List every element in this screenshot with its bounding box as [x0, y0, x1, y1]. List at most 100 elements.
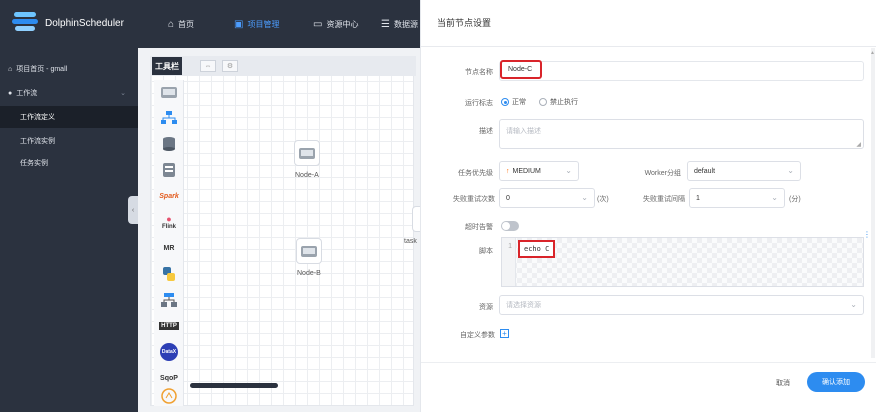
sidebar: ⌂ 项目首页 - gmall ● 工作流 ⌄ 工作流定义 工作流实例 任务实例: [0, 48, 138, 412]
sidebar-collapse-button[interactable]: ‹: [128, 196, 138, 224]
http-label: HTTP: [159, 322, 179, 330]
app-name: DolphinScheduler: [45, 17, 124, 29]
folder-icon: ▭: [313, 18, 323, 30]
description-textarea[interactable]: 请输入描述 ◢: [499, 119, 864, 149]
arrow-up-icon: ↑: [506, 167, 510, 175]
dag-node-task-partial[interactable]: [412, 206, 420, 232]
python-task-icon[interactable]: [158, 264, 180, 284]
resource-label: 资源: [479, 304, 493, 311]
shell-task-icon[interactable]: [158, 82, 180, 102]
run-flag-label: 运行标志: [465, 100, 493, 107]
retry-times-label: 失败重试次数: [453, 196, 495, 203]
app-logo[interactable]: DolphinScheduler: [12, 10, 124, 36]
settings-button[interactable]: ⚙: [222, 60, 238, 72]
node-name-label: 节点名称: [465, 69, 493, 76]
run-normal-label: 正常: [512, 99, 526, 106]
sidebar-item-label: 任务实例: [20, 160, 48, 167]
circle-icon: ●: [8, 89, 13, 97]
run-flag-forbid-radio[interactable]: 禁止执行: [539, 97, 578, 107]
gear-icon: ⚙: [226, 63, 234, 70]
scroll-up-icon: ▲: [870, 50, 875, 56]
retry-interval-value: 1: [696, 194, 700, 202]
sidebar-item-label: 工作流定义: [20, 114, 55, 121]
radio-unselected-icon: [539, 98, 547, 106]
conditions-task-icon[interactable]: [158, 386, 180, 406]
spark-task-icon[interactable]: Spark: [158, 186, 180, 206]
add-param-plus-icon[interactable]: +: [500, 329, 509, 338]
sql-task-icon[interactable]: [158, 160, 180, 180]
dag-node-task-label: task: [404, 238, 417, 245]
sidebar-item-project-home[interactable]: ⌂ 项目首页 - gmall: [0, 58, 138, 80]
retry-times-select[interactable]: 0 ⌄: [499, 188, 595, 208]
flink-task-icon[interactable]: ● Flink: [158, 212, 180, 232]
priority-select[interactable]: ↑ MEDIUM ⌄: [499, 161, 579, 181]
run-flag-normal-radio[interactable]: 正常: [501, 97, 526, 107]
drag-handle-icon[interactable]: ⋮: [863, 230, 871, 239]
task-palette: Spark ● Flink MR HTTP DataX SqoP: [154, 80, 184, 406]
confirm-add-button[interactable]: 确认添加: [807, 372, 865, 392]
worker-group-value: default: [694, 167, 716, 175]
sidebar-group-workflow[interactable]: ● 工作流 ⌄: [0, 82, 138, 104]
script-editor[interactable]: 1 echo C: [501, 237, 864, 287]
retry-interval-unit: (分): [789, 196, 801, 203]
dependent-task-icon[interactable]: [158, 290, 180, 310]
sidebar-item-label: 工作流实例: [20, 138, 55, 145]
sub-process-task-icon[interactable]: [158, 108, 180, 128]
shell-node-icon: [299, 148, 315, 159]
resource-select[interactable]: 请选择资源 ⌄: [499, 295, 864, 315]
sidebar-item-task-instance[interactable]: 任务实例: [0, 152, 138, 174]
description-placeholder: 请输入描述: [506, 128, 541, 135]
sqoop-task-icon[interactable]: SqoP: [158, 368, 180, 388]
node-name-field-bg: [499, 61, 864, 81]
chevron-down-icon: ⌄: [771, 193, 778, 202]
nav-resource[interactable]: ▭ 资源中心: [313, 0, 358, 48]
chevron-down-icon: ⌄: [565, 166, 572, 175]
mr-task-icon[interactable]: MR: [158, 238, 180, 258]
canvas-toolbar: 工具栏 ⇔ ⚙: [150, 56, 416, 76]
dag-node-a[interactable]: [294, 140, 320, 166]
nav-home[interactable]: ⌂ 首页: [168, 0, 194, 48]
custom-params-label: 自定义参数: [460, 332, 495, 339]
dag-node-b[interactable]: [296, 238, 322, 264]
panel-scrollbar[interactable]: ▲: [870, 48, 875, 358]
node-name-input[interactable]: Node-C: [500, 60, 542, 79]
chevron-left-icon: ‹: [131, 206, 135, 214]
fullscreen-button[interactable]: ⇔: [200, 60, 216, 72]
editor-line-number: 1: [502, 238, 516, 286]
chevron-down-icon: ⌄: [850, 300, 857, 309]
timeout-alarm-label: 超时告警: [465, 224, 493, 231]
node-settings-panel: 当前节点设置 ▲ 节点名称 Node-C 运行标志 正常 禁止执行 描述 请输入…: [420, 0, 876, 412]
priority-value: MEDIUM: [512, 167, 541, 175]
timeout-alarm-toggle[interactable]: [501, 221, 519, 231]
dag-canvas[interactable]: [150, 56, 414, 406]
chevron-down-icon: ⌄: [787, 166, 794, 175]
sidebar-project-label: 项目首页 - gmall: [16, 66, 68, 73]
chevron-down-icon: ⌄: [120, 90, 126, 97]
toolbar-title: 工具栏: [152, 57, 182, 75]
panel-footer-divider: [421, 362, 876, 363]
flink-label: Flink: [161, 224, 176, 230]
procedure-task-icon[interactable]: [158, 134, 180, 154]
radio-selected-icon: [501, 98, 509, 106]
nav-resource-label: 资源中心: [326, 19, 359, 29]
sidebar-group-label: 工作流: [16, 90, 38, 97]
worker-group-label: Worker分组: [644, 170, 681, 177]
nav-project[interactable]: ▣ 项目管理: [234, 0, 279, 48]
node-name-value: Node-C: [508, 66, 533, 73]
cancel-button[interactable]: 取消: [765, 374, 801, 392]
http-task-icon[interactable]: HTTP: [158, 316, 180, 336]
canvas-horizontal-scrollbar[interactable]: [190, 383, 278, 388]
script-code[interactable]: echo C: [518, 240, 556, 258]
datax-task-icon[interactable]: DataX: [158, 342, 180, 362]
chevron-down-icon: ⌄: [581, 193, 588, 202]
dag-node-b-label: Node-B: [297, 270, 321, 277]
sidebar-item-workflow-definition[interactable]: 工作流定义: [0, 106, 138, 128]
retry-interval-select[interactable]: 1 ⌄: [689, 188, 785, 208]
home-icon: ⌂: [168, 18, 175, 30]
retry-interval-label: 失败重试间隔: [643, 196, 685, 203]
nav-datasource[interactable]: ☰ 数据源: [381, 0, 420, 48]
home-icon: ⌂: [8, 65, 13, 73]
project-icon: ▣: [234, 18, 244, 30]
worker-group-select[interactable]: default ⌄: [687, 161, 801, 181]
sidebar-item-workflow-instance[interactable]: 工作流实例: [0, 130, 138, 152]
